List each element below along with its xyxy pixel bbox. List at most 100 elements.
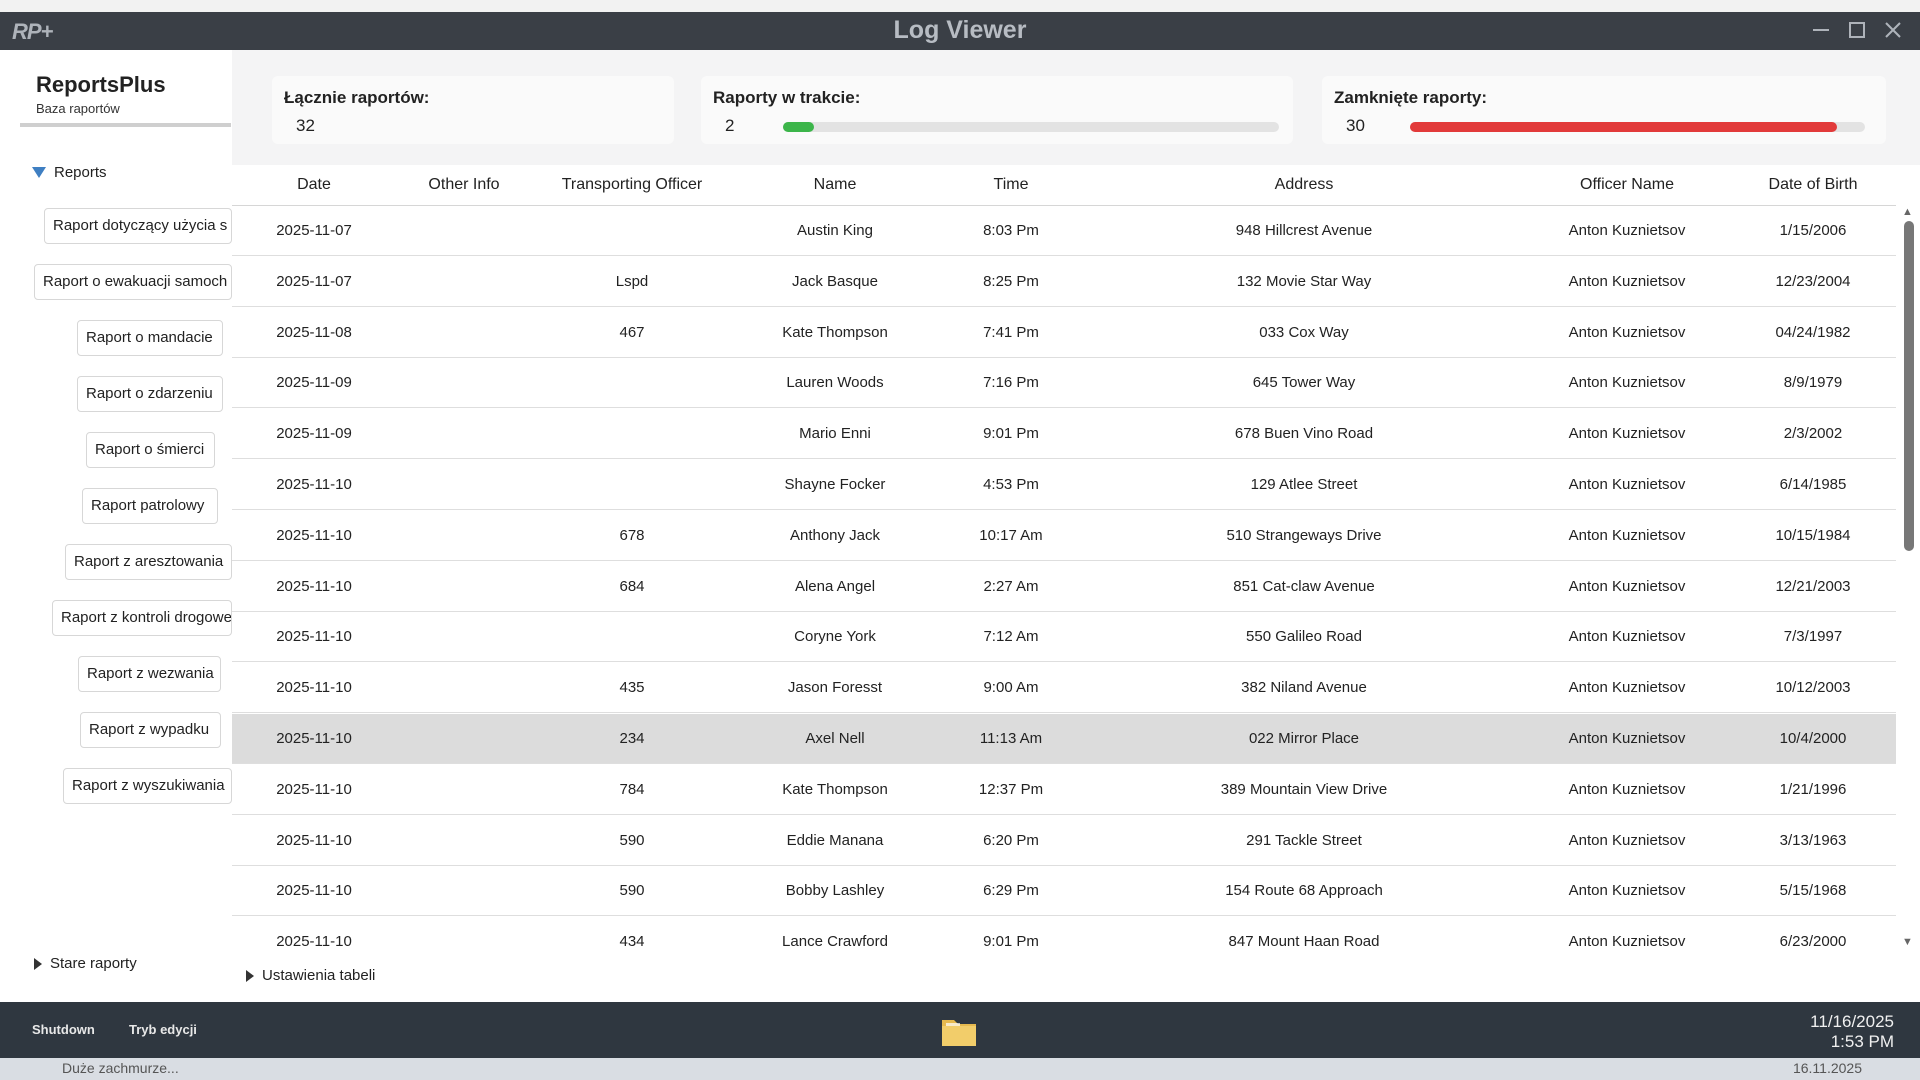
cell-transporting-officer: 234 bbox=[619, 730, 645, 747]
brand-divider bbox=[20, 123, 231, 127]
scrollbar-thumb[interactable] bbox=[1904, 221, 1914, 551]
cell-transporting-officer: 590 bbox=[619, 882, 645, 900]
title-bar: RP+ Log Viewer bbox=[0, 12, 1920, 50]
table-row[interactable]: 2025-11-07 Lspd Jack Basque 8:25 Pm 132 Movi… bbox=[232, 257, 1896, 307]
cell-transporting-officer: 435 bbox=[619, 679, 645, 697]
sidebar-item-use-of-force[interactable]: Raport dotyczący użycia s bbox=[44, 208, 232, 244]
minimize-button[interactable] bbox=[1808, 16, 1834, 44]
cell-other-info bbox=[396, 257, 532, 307]
column-header-date-of-birth[interactable]: Date of Birth bbox=[1730, 165, 1896, 205]
cell-other-info bbox=[396, 358, 532, 408]
column-header-date[interactable]: Date bbox=[232, 165, 396, 205]
table-settings-toggle[interactable]: Ustawienia tabeli bbox=[246, 967, 375, 984]
clock-time: 1:53 PM bbox=[1830, 1032, 1894, 1051]
cell-date-of-birth: 5/15/1968 bbox=[1779, 882, 1847, 900]
sidebar-item-impound[interactable]: Raport o ewakuacji samoch bbox=[34, 264, 232, 300]
table-row[interactable]: 2025-11-10 Coryne York 7:12 Am 550 Galileo … bbox=[232, 612, 1896, 663]
cell-name: Coryne York bbox=[794, 628, 876, 646]
cell-date: 2025-11-10 bbox=[276, 831, 352, 849]
cell-date-of-birth: 2/3/2002 bbox=[1783, 425, 1843, 443]
table-row[interactable]: 2025-11-10 684 Alena Angel 2:27 Am 851 Cat-c… bbox=[232, 562, 1896, 612]
table-row[interactable]: 2025-11-10 Shayne Focker 4:53 Pm 129 Atlee … bbox=[232, 460, 1896, 510]
column-header-time[interactable]: Time bbox=[938, 165, 1084, 205]
cell-name: Kate Thompson bbox=[782, 780, 888, 798]
cell-date: 2025-11-07 bbox=[276, 222, 352, 239]
cell-transporting-officer: 467 bbox=[619, 323, 645, 341]
cell-address: 154 Route 68 Approach bbox=[1225, 882, 1383, 900]
maximize-button[interactable] bbox=[1844, 16, 1870, 44]
stat-in-progress-label: Raporty w trakcie: bbox=[713, 88, 861, 107]
sidebar-item-accident[interactable]: Raport z wypadku bbox=[80, 712, 221, 748]
table-row[interactable]: 2025-11-10 784 Kate Thompson 12:37 Pm 389 Mo… bbox=[232, 765, 1896, 815]
edit-mode-button[interactable]: Tryb edycji bbox=[121, 1018, 205, 1042]
in-progress-bar bbox=[783, 122, 1279, 132]
shutdown-button[interactable]: Shutdown bbox=[24, 1018, 103, 1042]
stat-total-value: 32 bbox=[296, 116, 315, 135]
cell-date-of-birth: 10/15/1984 bbox=[1775, 526, 1851, 544]
table-row[interactable]: 2025-11-07 Austin King 8:03 Pm 948 Hillcres… bbox=[232, 206, 1896, 256]
close-button[interactable] bbox=[1880, 16, 1906, 44]
table-row[interactable]: 2025-11-10 590 Eddie Manana 6:20 Pm 291 Tack… bbox=[232, 816, 1896, 866]
cell-date-of-birth: 12/23/2004 bbox=[1775, 272, 1851, 290]
cell-officer-name: Anton Kuznietsov bbox=[1568, 780, 1686, 798]
cell-transporting-officer: 434 bbox=[619, 933, 645, 951]
column-header-name[interactable]: Name bbox=[732, 165, 938, 205]
cell-officer-name: Anton Kuznietsov bbox=[1568, 577, 1686, 595]
cell-name: Anthony Jack bbox=[789, 526, 881, 544]
table-row[interactable]: 2025-11-10 590 Bobby Lashley 6:29 Pm 154 Rou… bbox=[232, 866, 1896, 917]
sidebar-item-search[interactable]: Raport z wyszukiwania bbox=[63, 768, 232, 804]
old-reports-label: Stare raporty bbox=[50, 955, 137, 972]
cell-name: Jack Basque bbox=[792, 272, 878, 290]
column-header-address[interactable]: Address bbox=[1084, 165, 1524, 205]
table-row[interactable]: 2025-11-10 234 Axel Nell 11:13 Am 022 Mirror… bbox=[232, 714, 1896, 764]
table-row[interactable]: 2025-11-08 467 Kate Thompson 7:41 Pm 033 Cox… bbox=[232, 308, 1896, 358]
sidebar-item-patrol[interactable]: Raport patrolowy bbox=[82, 488, 218, 524]
table-row[interactable]: 2025-11-10 435 Jason Foresst 9:00 Am 382 Nil… bbox=[232, 663, 1896, 714]
scroll-up-icon[interactable]: ▲ bbox=[1902, 206, 1913, 218]
cell-time: 11:13 Am bbox=[979, 730, 1043, 747]
old-reports-toggle[interactable]: Stare raporty bbox=[34, 955, 137, 972]
cell-officer-name: Anton Kuznietsov bbox=[1568, 628, 1686, 646]
cell-name: Alena Angel bbox=[794, 577, 876, 595]
cell-date-of-birth: 8/9/1979 bbox=[1783, 374, 1843, 392]
cell-officer-name: Anton Kuznietsov bbox=[1568, 730, 1686, 747]
clock-date: 11/16/2025 bbox=[1810, 1012, 1894, 1031]
sidebar-item-citation[interactable]: Raport o mandacie bbox=[77, 320, 223, 356]
column-header-officer-name[interactable]: Officer Name bbox=[1524, 165, 1730, 205]
cell-date-of-birth: 10/12/2003 bbox=[1775, 679, 1851, 697]
cell-date: 2025-11-10 bbox=[276, 882, 352, 900]
table-scrollbar[interactable]: ▲ ▼ bbox=[1896, 206, 1920, 952]
sidebar-item-death[interactable]: Raport o śmierci bbox=[86, 432, 215, 468]
table-row[interactable]: 2025-11-09 Mario Enni 9:01 Pm 678 Buen Vino… bbox=[232, 409, 1896, 460]
cell-date: 2025-11-10 bbox=[276, 933, 352, 951]
table-row[interactable]: 2025-11-10 434 Lance Crawford 9:01 Pm 847 Mo… bbox=[232, 917, 1896, 952]
sidebar-item-traffic-stop[interactable]: Raport z kontroli drogowe bbox=[52, 600, 232, 636]
cell-other-info bbox=[396, 409, 532, 459]
stat-in-progress-reports: Raporty w trakcie: 2 bbox=[701, 76, 1293, 144]
report-type-list: Raport dotyczący użycia s Raport o ewaku… bbox=[0, 208, 232, 838]
cell-date-of-birth: 7/3/1997 bbox=[1783, 628, 1843, 646]
window-title: Log Viewer bbox=[893, 16, 1027, 44]
cell-time: 7:41 Pm bbox=[983, 323, 1039, 341]
cell-time: 10:17 Am bbox=[979, 526, 1043, 544]
cell-date: 2025-11-10 bbox=[276, 577, 352, 595]
column-header-transporting-officer[interactable]: Transporting Officer bbox=[532, 165, 732, 205]
sidebar-item-callout[interactable]: Raport z wezwania bbox=[78, 656, 221, 692]
cell-address: 851 Cat-claw Avenue bbox=[1233, 577, 1375, 595]
reports-tree-toggle[interactable]: Reports bbox=[32, 164, 107, 181]
folder-button[interactable] bbox=[940, 1014, 978, 1048]
cell-other-info bbox=[396, 765, 532, 815]
cell-date-of-birth: 04/24/1982 bbox=[1775, 323, 1851, 341]
app-window: ReportsPlus Baza raportów Reports Raport… bbox=[0, 50, 1920, 1002]
cell-other-info bbox=[396, 663, 532, 713]
table-row[interactable]: 2025-11-09 Lauren Woods 7:16 Pm 645 Tower W… bbox=[232, 358, 1896, 409]
table-row[interactable]: 2025-11-10 678 Anthony Jack 10:17 Am 510 Str… bbox=[232, 511, 1896, 561]
cell-date: 2025-11-07 bbox=[276, 272, 352, 290]
sidebar-item-arrest[interactable]: Raport z aresztowania bbox=[65, 544, 232, 580]
cell-officer-name: Anton Kuznietsov bbox=[1568, 272, 1686, 290]
sidebar-item-incident[interactable]: Raport o zdarzeniu bbox=[77, 376, 223, 412]
cell-address: 022 Mirror Place bbox=[1248, 730, 1360, 747]
scroll-down-icon[interactable]: ▼ bbox=[1902, 936, 1913, 948]
cell-address: 291 Tackle Street bbox=[1246, 831, 1362, 849]
column-header-other-info[interactable]: Other Info bbox=[396, 165, 532, 205]
